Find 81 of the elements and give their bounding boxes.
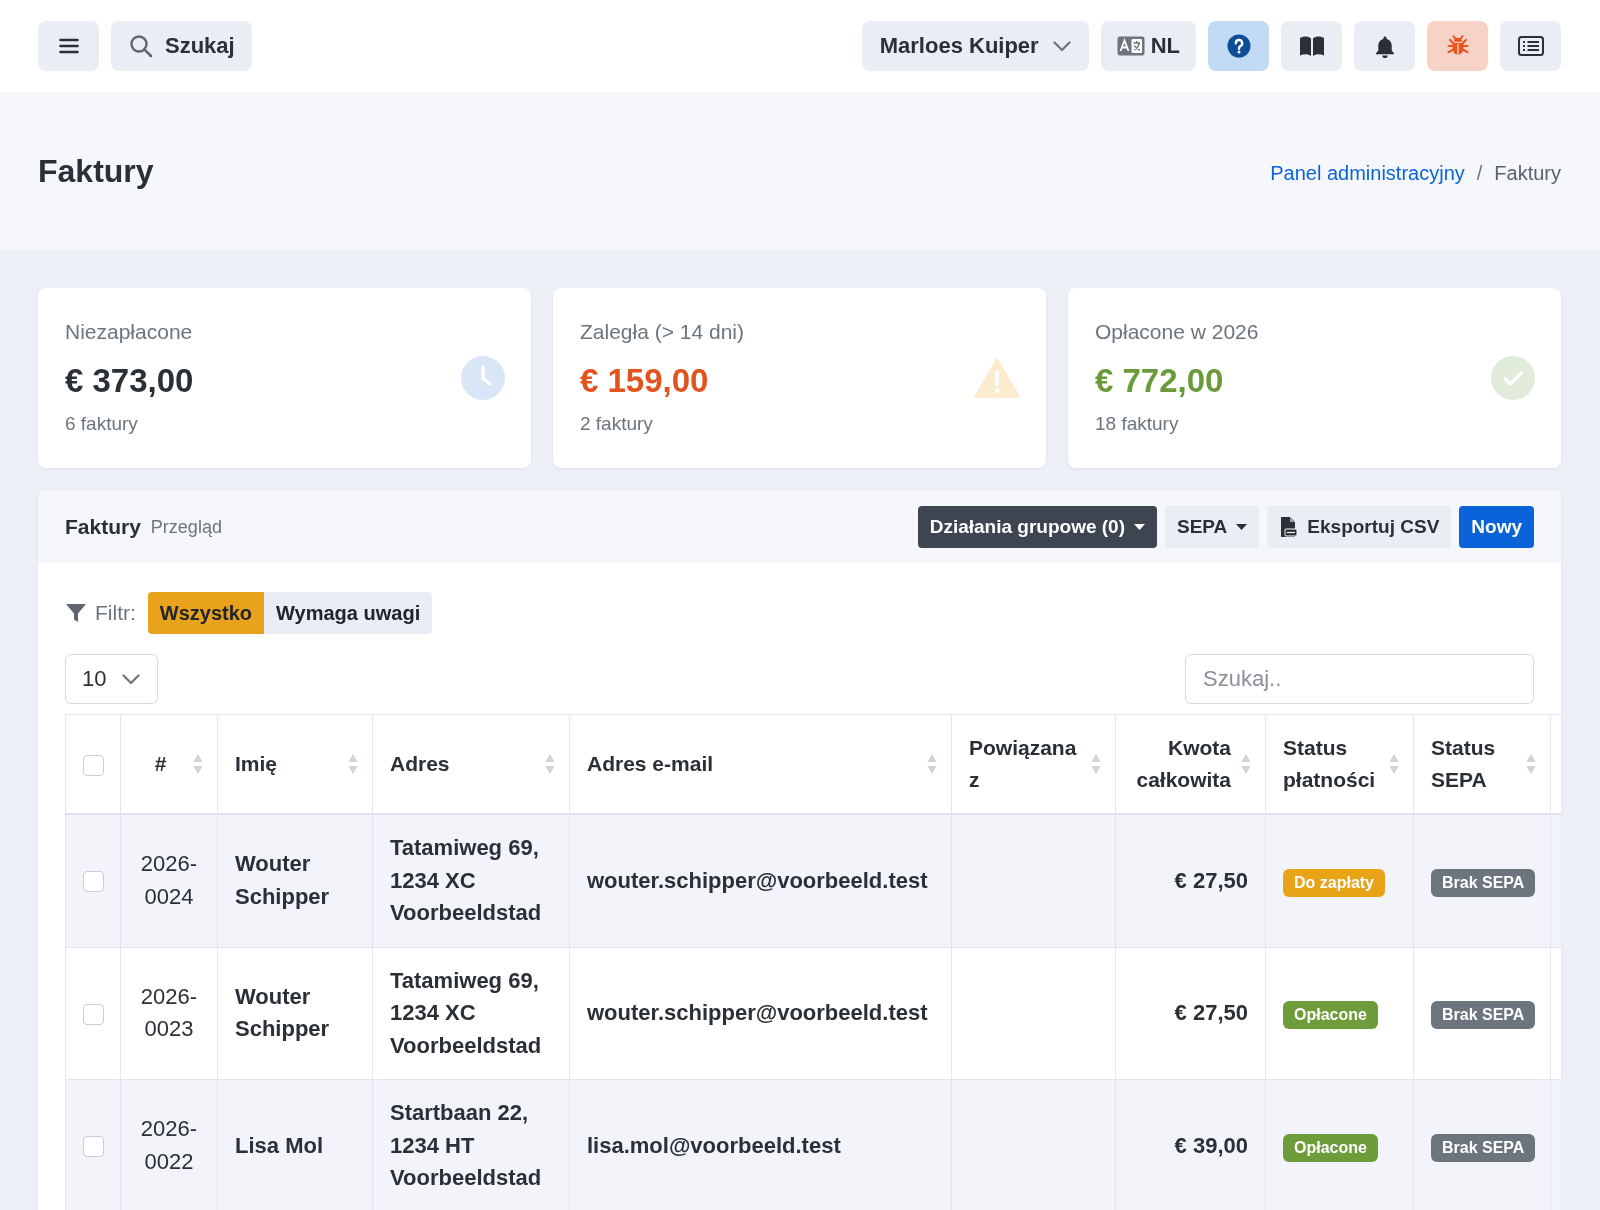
stat-amount: € 159,00	[580, 361, 709, 401]
clock-icon	[461, 356, 505, 400]
table-cell: lisa.mol@voorbeeld.test	[569, 1079, 952, 1210]
stat-amount: € 373,00	[65, 361, 194, 401]
column-header[interactable]: Imię	[217, 714, 373, 814]
panel-title: Faktury	[65, 514, 141, 539]
status-badge: Brak SEPA	[1431, 868, 1536, 897]
column-header[interactable]: Adres e-mail	[569, 714, 952, 814]
breadcrumb-link[interactable]: Panel administracyjny	[1270, 161, 1465, 185]
table-cell: Wouter Schipper	[217, 947, 373, 1080]
search-icon	[129, 34, 153, 58]
table-cell: wouter.schipper@voorbeeld.test	[569, 947, 952, 1080]
row-checkbox[interactable]	[82, 1003, 104, 1025]
stat-label: Niezapłacone	[65, 319, 193, 345]
column-header[interactable]: Kwota całkowita	[1115, 714, 1266, 814]
table-cell: € 39,00	[1115, 1079, 1266, 1210]
language-button[interactable]: NL	[1100, 21, 1196, 71]
sepa-dropdown-button[interactable]: SEPA	[1165, 505, 1260, 548]
table-cell: € 27,50	[1115, 947, 1266, 1080]
stat-label: Opłacone w 2026	[1095, 319, 1259, 345]
column-header[interactable]: #	[120, 714, 218, 814]
status-badge: Opłacone	[1283, 1133, 1378, 1162]
row-checkbox[interactable]	[82, 871, 104, 893]
notifications-button[interactable]	[1354, 21, 1415, 71]
menu-icon	[58, 38, 79, 54]
column-header[interactable]: Adres	[372, 714, 570, 814]
filter-option[interactable]: Wymaga uwagi	[264, 592, 433, 634]
stat-count: 18 faktury	[1095, 412, 1179, 436]
table-cell: 2026-0023	[120, 947, 218, 1080]
column-header[interactable]: Status płatności	[1265, 714, 1414, 814]
chevron-down-icon	[1052, 40, 1071, 52]
column-header[interactable]: Status SEPA	[1413, 714, 1551, 814]
page-title: Faktury	[38, 152, 154, 190]
bell-icon	[1373, 34, 1396, 58]
filter-label: Filtr:	[95, 601, 136, 625]
column-header[interactable]: Powiązana z	[951, 714, 1116, 814]
file-icon	[1279, 515, 1299, 538]
new-button[interactable]: Nowy	[1459, 505, 1534, 548]
status-badge: Opłacone	[1283, 1001, 1378, 1029]
user-menu-button[interactable]: Marloes Kuiper	[861, 21, 1089, 71]
table-cell: Tatamiweg 69, 1234 XC Voorbeeldstad	[372, 947, 570, 1080]
language-icon	[1116, 36, 1145, 56]
check-circle-icon	[1491, 356, 1535, 400]
table-cell: Lisa Mol	[217, 1079, 373, 1210]
book-button[interactable]	[1281, 21, 1342, 71]
table-cell: Wouter Schipper	[217, 814, 373, 947]
stat-count: 2 faktury	[580, 412, 653, 436]
panel-subtitle: Przegląd	[150, 516, 222, 538]
table-cell: Startbaan 22, 1234 HT Voorbeeldstad	[372, 1079, 570, 1210]
stat-amount: € 772,00	[1095, 361, 1224, 401]
list-icon	[1517, 36, 1544, 56]
help-button[interactable]	[1208, 21, 1269, 71]
table-cell: 2026-0022	[120, 1079, 218, 1210]
status-badge: Brak SEPA	[1431, 1001, 1536, 1029]
search-field[interactable]: Szukaj..	[1185, 654, 1534, 704]
help-icon	[1226, 34, 1251, 58]
filter-icon	[65, 603, 87, 623]
stat-label: Zaległa (> 14 dni)	[580, 319, 744, 345]
status-badge: Brak SEPA	[1431, 1133, 1536, 1162]
list-button[interactable]	[1500, 21, 1561, 71]
bug-button[interactable]	[1427, 21, 1488, 71]
status-badge: Do zapłaty	[1283, 868, 1385, 897]
chevron-down-icon	[122, 673, 141, 685]
search-button[interactable]: Szukaj	[111, 21, 252, 71]
export-csv-button[interactable]: Eksportuj CSV	[1267, 505, 1452, 548]
table-cell: wouter.schipper@voorbeeld.test	[569, 814, 952, 947]
table-cell: 2026-0024	[120, 814, 218, 947]
bulk-actions-button[interactable]: Działania grupowe (0)	[917, 505, 1157, 548]
bug-icon	[1445, 35, 1470, 57]
book-icon	[1298, 35, 1325, 57]
menu-button[interactable]	[38, 21, 99, 71]
select-all-checkbox[interactable]	[82, 754, 104, 776]
table-cell: Tatamiweg 69, 1234 XC Voorbeeldstad	[372, 814, 570, 947]
table-cell: € 27,50	[1115, 814, 1266, 947]
breadcrumb-separator: /	[1476, 161, 1483, 185]
row-checkbox[interactable]	[82, 1136, 104, 1158]
page-size-select[interactable]: 10	[65, 654, 158, 704]
stat-count: 6 faktury	[65, 412, 138, 436]
filter-option[interactable]: Wszystko	[147, 592, 265, 634]
warning-icon	[974, 357, 1020, 399]
breadcrumb-current: Faktury	[1494, 161, 1561, 185]
